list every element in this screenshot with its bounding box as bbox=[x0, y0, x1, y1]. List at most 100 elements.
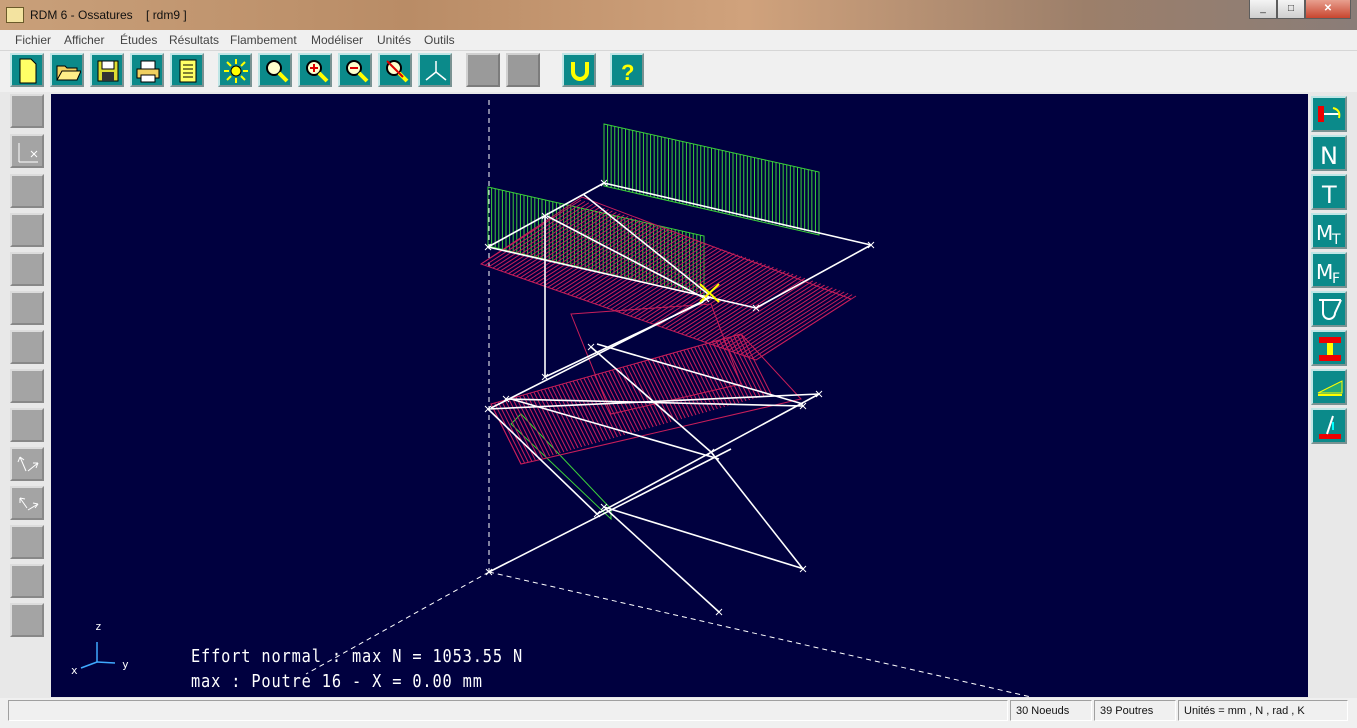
distributed-load-icon bbox=[1317, 380, 1343, 396]
save-button[interactable] bbox=[90, 53, 124, 87]
close-button[interactable]: ✕ bbox=[1305, 0, 1351, 19]
open-folder-button[interactable] bbox=[50, 53, 84, 87]
svg-text:N: N bbox=[1320, 142, 1338, 169]
new-file-button[interactable] bbox=[10, 53, 44, 87]
left-tool-9[interactable] bbox=[10, 408, 44, 442]
main-toolbar: ? bbox=[0, 51, 1357, 92]
magnet-button[interactable] bbox=[562, 53, 596, 87]
arrows-icon bbox=[17, 456, 39, 472]
structure-drawing bbox=[80, 100, 1032, 697]
left-tool-2[interactable] bbox=[10, 134, 44, 168]
menu-resultats[interactable]: Résultats bbox=[169, 33, 219, 47]
status-bar: 30 Noeuds 39 Poutres Unités = mm , N , r… bbox=[0, 698, 1357, 728]
left-tool-13[interactable] bbox=[10, 564, 44, 598]
axis-cross-icon bbox=[18, 143, 38, 163]
svg-text:F: F bbox=[1332, 271, 1340, 286]
axis-x-label: x bbox=[71, 664, 78, 677]
arrows-icon bbox=[19, 497, 39, 511]
n-icon: N bbox=[1320, 142, 1338, 169]
magnet-icon bbox=[571, 62, 589, 81]
svg-text:T: T bbox=[1321, 181, 1337, 208]
status-nodes: 30 Noeuds bbox=[1010, 700, 1092, 721]
menu-flambement[interactable]: Flambement bbox=[230, 33, 297, 47]
svg-text:M: M bbox=[1316, 221, 1333, 245]
left-tool-8[interactable] bbox=[10, 369, 44, 403]
zoom-button[interactable] bbox=[258, 53, 292, 87]
stress-icon bbox=[1319, 299, 1342, 320]
effort-n-button[interactable]: N bbox=[1311, 135, 1347, 171]
zoom-out-button[interactable] bbox=[338, 53, 372, 87]
menu-outils[interactable]: Outils bbox=[424, 33, 455, 47]
new-file-icon bbox=[19, 58, 37, 84]
document-list-button[interactable] bbox=[170, 53, 204, 87]
menu-etudes[interactable]: Études bbox=[120, 33, 157, 47]
menu-fichier[interactable]: Fichier bbox=[15, 33, 51, 47]
window-title: RDM 6 - Ossatures [ rdm9 ] bbox=[30, 8, 187, 22]
structure-viewport[interactable]: z x y Effort normal : max N = 1053.55 N … bbox=[51, 94, 1308, 697]
minimize-button[interactable]: _ bbox=[1249, 0, 1277, 19]
section-icon bbox=[1319, 337, 1341, 361]
menu-unites[interactable]: Unités bbox=[377, 33, 411, 47]
beam-load-icon bbox=[1318, 106, 1341, 122]
left-tool-4[interactable] bbox=[10, 213, 44, 247]
print-icon bbox=[136, 60, 160, 83]
menu-afficher[interactable]: Afficher bbox=[64, 33, 104, 47]
light-button[interactable] bbox=[218, 53, 252, 87]
support-button[interactable] bbox=[1311, 408, 1347, 444]
axis-triad bbox=[80, 642, 116, 669]
axes-button[interactable] bbox=[418, 53, 452, 87]
mt-icon: MT bbox=[1316, 221, 1341, 247]
section-button[interactable] bbox=[1311, 330, 1347, 366]
left-tool-1[interactable] bbox=[10, 94, 44, 128]
zoom-in-button[interactable] bbox=[298, 53, 332, 87]
menu-bar: Fichier Afficher Études Résultats Flambe… bbox=[0, 30, 1357, 51]
red-force-diagrams bbox=[479, 196, 857, 465]
stress-button[interactable] bbox=[1311, 291, 1347, 327]
left-tool-12[interactable] bbox=[10, 525, 44, 559]
moment-mt-button[interactable]: MT bbox=[1311, 213, 1347, 249]
t-icon: T bbox=[1321, 181, 1337, 208]
axis-z-label: z bbox=[95, 620, 102, 633]
help-button[interactable]: ? bbox=[610, 53, 644, 87]
left-tool-10[interactable] bbox=[10, 447, 44, 481]
app-icon bbox=[6, 7, 24, 23]
folder-open-icon bbox=[56, 65, 81, 81]
result-info-line-1: Effort normal : max N = 1053.55 N bbox=[191, 646, 524, 667]
magnifier-icon bbox=[266, 60, 289, 83]
axis-y-label: y bbox=[122, 658, 129, 671]
zoom-reset-button[interactable] bbox=[378, 53, 412, 87]
moment-mf-button[interactable]: MF bbox=[1311, 252, 1347, 288]
left-tool-7[interactable] bbox=[10, 330, 44, 364]
status-units: Unités = mm , N , rad , K bbox=[1178, 700, 1348, 721]
left-tool-11[interactable] bbox=[10, 486, 44, 520]
beam-load-button[interactable] bbox=[1311, 96, 1347, 132]
blank-button-2[interactable] bbox=[506, 53, 540, 87]
title-bar: RDM 6 - Ossatures [ rdm9 ] _ □ ✕ bbox=[0, 0, 1357, 30]
status-beams: 39 Poutres bbox=[1094, 700, 1176, 721]
zoom-reset-icon bbox=[386, 60, 409, 83]
distributed-load-button[interactable] bbox=[1311, 369, 1347, 405]
result-info-line-2: max : Poutre 16 - X = 0.00 mm bbox=[191, 671, 483, 692]
zoom-out-icon bbox=[346, 60, 369, 83]
svg-text:M: M bbox=[1316, 260, 1333, 284]
left-tool-6[interactable] bbox=[10, 291, 44, 325]
status-message bbox=[8, 700, 1008, 721]
left-tool-5[interactable] bbox=[10, 252, 44, 286]
menu-modeliser[interactable]: Modéliser bbox=[311, 33, 363, 47]
window-controls: _ □ ✕ bbox=[1249, 0, 1351, 19]
left-tool-14[interactable] bbox=[10, 603, 44, 637]
save-disk-icon bbox=[97, 60, 119, 82]
document-list-icon bbox=[179, 59, 197, 83]
maximize-button[interactable]: □ bbox=[1277, 0, 1305, 19]
support-icon bbox=[1319, 415, 1341, 439]
help-icon: ? bbox=[621, 60, 634, 84]
mf-icon: MF bbox=[1316, 260, 1340, 286]
svg-text:?: ? bbox=[621, 60, 634, 84]
effort-t-button[interactable]: T bbox=[1311, 174, 1347, 210]
sun-icon bbox=[224, 59, 248, 83]
axes-icon bbox=[425, 61, 447, 81]
svg-text:T: T bbox=[1331, 232, 1341, 247]
print-button[interactable] bbox=[130, 53, 164, 87]
left-tool-3[interactable] bbox=[10, 174, 44, 208]
blank-button-1[interactable] bbox=[466, 53, 500, 87]
